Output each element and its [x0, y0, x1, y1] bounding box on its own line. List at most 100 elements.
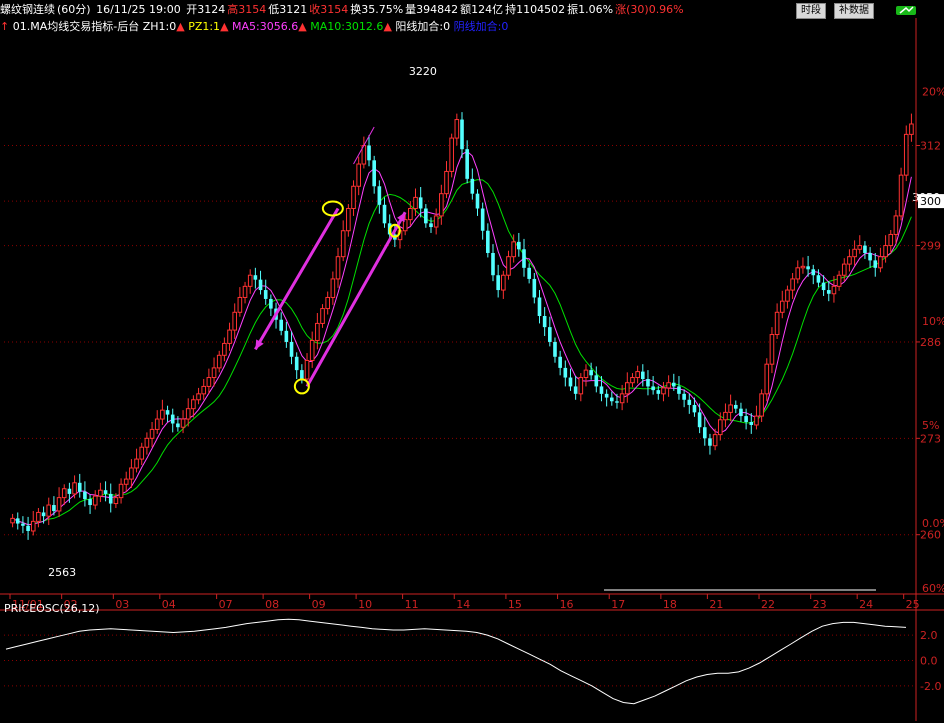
candle	[160, 399, 165, 425]
candle-body-up	[160, 409, 165, 420]
candle	[708, 433, 712, 455]
candle	[227, 322, 232, 351]
candle-body-up	[72, 482, 77, 495]
candle	[61, 484, 67, 506]
candle-body-up	[98, 489, 103, 497]
candlestick-chart: 322025633050 31230029928627326020%10%5%0…	[0, 18, 944, 721]
candle	[836, 270, 842, 291]
candle-body-down	[646, 379, 650, 387]
candle	[429, 217, 433, 233]
candle	[15, 512, 20, 530]
candle	[558, 350, 562, 376]
candle	[170, 408, 175, 433]
candle-body-up	[800, 265, 806, 269]
candle-body-down	[294, 356, 299, 371]
y-tick-label: 286	[920, 336, 941, 349]
candle	[754, 405, 759, 430]
candle-body-up	[785, 289, 790, 302]
candle-body-up	[211, 367, 217, 379]
candle-body-up	[878, 256, 883, 269]
candle-body-down	[708, 438, 712, 446]
candle-body-up	[903, 133, 909, 176]
candle-body-down	[542, 316, 547, 328]
candle-body-down	[41, 512, 46, 517]
candle	[237, 287, 243, 317]
candle-body-up	[123, 478, 129, 485]
candle	[542, 307, 547, 337]
osc-tick-label: -2.0	[920, 680, 941, 693]
x-tick-label: 15	[508, 598, 522, 611]
candle-body-down	[568, 377, 573, 387]
candle-body-up	[46, 504, 52, 517]
price-label: 3220	[409, 65, 437, 78]
candle	[537, 290, 542, 324]
candle	[769, 327, 775, 374]
candle	[470, 168, 475, 200]
candle	[506, 250, 511, 280]
candle	[300, 364, 304, 384]
candle	[216, 350, 222, 373]
price-label: 2563	[48, 566, 76, 579]
candle-body-down	[682, 393, 686, 400]
candle-body-up	[237, 296, 243, 313]
candle	[335, 247, 341, 288]
candle	[439, 184, 444, 225]
candle-body-up	[506, 256, 511, 276]
x-tick-label: 17	[611, 598, 625, 611]
x-tick-label: 10	[358, 598, 372, 611]
candle	[728, 394, 733, 422]
candle-body-down	[486, 230, 490, 253]
candle-body-down	[480, 208, 485, 231]
candle	[377, 180, 382, 214]
candle-body-down	[594, 375, 599, 387]
candle	[501, 270, 506, 299]
candle-body-down	[548, 327, 552, 342]
candle-body-down	[77, 482, 82, 492]
x-tick-label: 21	[709, 598, 723, 611]
candle-body-up	[578, 377, 584, 395]
candle	[123, 471, 129, 492]
candle	[330, 271, 336, 305]
candle-body-up	[10, 517, 15, 524]
candle-body-up	[836, 274, 842, 287]
candle-body-up	[346, 208, 351, 232]
candle-body-down	[263, 290, 268, 299]
candle-body-up	[449, 137, 454, 172]
candle-body-down	[83, 491, 87, 500]
candle-body-up	[754, 415, 759, 426]
candle-body-down	[465, 149, 469, 179]
ma5-line	[12, 150, 912, 526]
candle-body-down	[424, 208, 428, 224]
candle	[898, 167, 904, 221]
candle	[139, 442, 145, 466]
candle-body-down	[806, 266, 810, 270]
candle-body-up	[764, 363, 770, 395]
candle-body-down	[811, 269, 816, 276]
candle-body-up	[583, 369, 589, 379]
candle	[10, 513, 15, 528]
axes: 31230029928627326020%10%5%0.0%60%11/0102…	[0, 18, 944, 721]
x-tick-label: 09	[312, 598, 326, 611]
candle-body-down	[615, 401, 619, 403]
candle	[134, 448, 139, 473]
pct-label: 20%	[922, 85, 944, 98]
candles-group	[10, 112, 914, 540]
candle	[847, 249, 852, 272]
candle-body-down	[67, 488, 72, 494]
candle-body-down	[702, 427, 707, 439]
candle	[269, 294, 273, 316]
candle	[532, 273, 537, 304]
candle-body-down	[739, 408, 743, 417]
candle-body-down	[88, 499, 92, 506]
candle-body-up	[196, 393, 201, 401]
y-tick-label: 273	[920, 432, 941, 445]
candle-body-up	[356, 163, 361, 187]
candle	[594, 366, 599, 393]
candle-body-down	[176, 423, 180, 428]
candle-body-down	[749, 422, 754, 425]
candle-body-up	[351, 185, 356, 210]
candle	[795, 260, 801, 284]
candle	[279, 312, 284, 336]
candle	[367, 135, 371, 167]
candle-body-down	[522, 249, 526, 268]
